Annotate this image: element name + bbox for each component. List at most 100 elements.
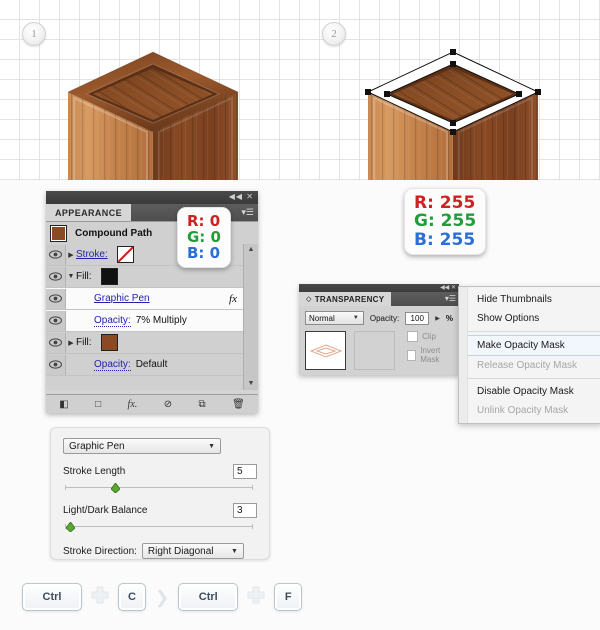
- add-new-stroke-icon[interactable]: ◧: [59, 399, 68, 410]
- clip-checkbox[interactable]: [407, 331, 419, 342]
- stroke-length-label: Stroke Length: [63, 466, 126, 477]
- tab-transparency[interactable]: ◇ TRANSPARENCY: [299, 292, 392, 306]
- fill-label[interactable]: Fill:: [76, 337, 92, 348]
- fill-black-swatch[interactable]: [100, 268, 118, 285]
- visibility-eye-icon[interactable]: [46, 244, 66, 265]
- effect-name-select[interactable]: Graphic Pen ▼: [63, 438, 221, 454]
- key-c[interactable]: C: [118, 583, 146, 611]
- chevron-down-icon[interactable]: ▼: [353, 315, 359, 321]
- appearance-row-opacity-multiply[interactable]: Opacity: 7% Multiply: [46, 310, 244, 332]
- graphic-pen-effect-dialog: Graphic Pen ▼ Stroke Length 5 Light/Dark…: [50, 427, 270, 560]
- light-dark-balance-slider[interactable]: [63, 521, 257, 533]
- effect-name-value: Graphic Pen: [69, 440, 125, 452]
- chevron-down-icon[interactable]: ▼: [231, 548, 238, 555]
- add-new-fill-icon[interactable]: □: [95, 399, 101, 410]
- stroke-none-swatch[interactable]: [116, 246, 134, 263]
- menu-grip: [459, 287, 468, 423]
- appearance-row-opacity-default[interactable]: Opacity: Default: [46, 354, 244, 376]
- scroll-up-icon[interactable]: ▲: [244, 244, 258, 256]
- panel-grip-icon: ◇: [306, 296, 312, 303]
- invert-mask-label: Invert Mask: [420, 346, 441, 364]
- mask-thumbnail[interactable]: [354, 331, 396, 370]
- appearance-row-fill-brown[interactable]: ▶ Fill:: [46, 332, 244, 354]
- slider-track: [65, 524, 253, 529]
- effect-graphic-pen-label[interactable]: Graphic Pen: [94, 293, 150, 304]
- menu-item-make-opacity-mask[interactable]: Make Opacity Mask: [459, 335, 600, 356]
- panel-menu-icon[interactable]: ▾☰: [241, 208, 254, 217]
- invert-mask-checkbox-row[interactable]: Invert Mask: [407, 346, 453, 364]
- appearance-scrollbar[interactable]: ▲ ▼: [243, 244, 258, 390]
- key-ctrl-2[interactable]: Ctrl: [178, 583, 239, 611]
- menu-separator: [459, 378, 600, 379]
- appearance-row-graphic-pen[interactable]: Graphic Pen fx: [46, 288, 244, 310]
- visibility-eye-icon[interactable]: [46, 354, 66, 375]
- slider-track: [65, 485, 253, 490]
- object-thumbnail[interactable]: [305, 331, 347, 370]
- wooden-box-selected-path-illustration: [365, 49, 541, 180]
- clip-checkbox-row[interactable]: Clip: [407, 331, 453, 342]
- stroke-direction-select[interactable]: Right Diagonal ▼: [141, 543, 244, 559]
- light-dark-balance-input[interactable]: 3: [233, 503, 257, 518]
- appearance-panel-titlebar: ◀◀ ✕: [46, 191, 258, 204]
- key-ctrl-1[interactable]: Ctrl: [22, 583, 82, 611]
- opacity-label: Opacity:: [369, 313, 400, 323]
- stroke-length-input[interactable]: 5: [233, 464, 257, 479]
- stroke-length-slider[interactable]: [63, 482, 257, 494]
- panel-window-controls[interactable]: ◀◀ ✕: [440, 284, 456, 291]
- collapse-icon[interactable]: ◀◀: [229, 192, 243, 201]
- opacity-value: Default: [135, 359, 168, 370]
- chevron-down-icon[interactable]: ▼: [208, 443, 215, 450]
- illustration-canvas: 1 2: [0, 0, 600, 180]
- visibility-eye-icon[interactable]: [46, 332, 66, 353]
- step-badge-1: 1: [22, 22, 46, 46]
- slider-handle[interactable]: [110, 482, 121, 494]
- opacity-stepper-icon[interactable]: ▶: [435, 315, 440, 322]
- collapse-triangle-icon[interactable]: ▼: [66, 273, 76, 280]
- visibility-eye-icon[interactable]: [46, 266, 66, 287]
- duplicate-item-icon[interactable]: ⧉: [199, 399, 206, 410]
- clip-label: Clip: [422, 332, 436, 341]
- step-badge-2: 2: [322, 22, 346, 46]
- menu-item-hide-thumbnails[interactable]: Hide Thumbnails: [459, 290, 600, 309]
- menu-item-disable-opacity-mask[interactable]: Disable Opacity Mask: [459, 382, 600, 401]
- panel-menu-icon[interactable]: ▾☰: [445, 295, 456, 303]
- expand-triangle-icon[interactable]: ▶: [66, 251, 76, 259]
- fill-label[interactable]: Fill:: [76, 271, 92, 282]
- tab-appearance[interactable]: APPEARANCE: [46, 204, 132, 221]
- menu-item-show-options[interactable]: Show Options: [459, 309, 600, 328]
- clear-appearance-icon[interactable]: ⊘: [164, 399, 172, 410]
- light-dark-balance-label: Light/Dark Balance: [63, 505, 148, 516]
- stroke-length-row: Stroke Length 5: [63, 464, 257, 479]
- sequence-arrow-icon: ❯: [155, 587, 170, 607]
- visibility-eye-icon[interactable]: [46, 310, 66, 331]
- opacity-input[interactable]: 100: [405, 311, 430, 325]
- visibility-eye-icon[interactable]: [46, 288, 66, 309]
- invert-mask-checkbox[interactable]: [407, 349, 417, 361]
- fill-brown-swatch[interactable]: [100, 334, 118, 351]
- expand-triangle-icon[interactable]: ▶: [66, 339, 76, 347]
- blend-mode-select[interactable]: Normal ▼: [305, 311, 364, 325]
- menu-item-unlink-opacity-mask: Unlink Opacity Mask: [477, 405, 569, 416]
- object-type-label: Compound Path: [75, 227, 153, 239]
- panel-window-controls[interactable]: ◀◀ ✕: [229, 192, 254, 201]
- stroke-label[interactable]: Stroke:: [76, 249, 108, 260]
- opacity-label[interactable]: Opacity:: [94, 359, 131, 371]
- keyboard-shortcut-sequence: Ctrl C ❯ Ctrl F: [22, 583, 303, 611]
- add-new-effect-icon[interactable]: fx.: [128, 399, 138, 410]
- close-icon[interactable]: ✕: [246, 192, 254, 201]
- stroke-direction-label: Stroke Direction:: [63, 545, 137, 557]
- diamond-shape-icon: [309, 343, 342, 358]
- transparency-panel-flyout-menu: Hide Thumbnails Show Options Make Opacit…: [458, 286, 600, 424]
- appearance-panel-footer: ◧ □ fx. ⊘ ⧉ 🗑: [46, 394, 258, 413]
- rgb-callout-white: R: 255 G: 255 B: 255: [404, 188, 487, 256]
- rgb-blue-value: B: 0: [187, 244, 221, 263]
- key-f[interactable]: F: [274, 583, 303, 611]
- opacity-label[interactable]: Opacity:: [94, 315, 131, 327]
- scroll-down-icon[interactable]: ▼: [244, 378, 258, 390]
- rgb-red-value: R: 0: [187, 212, 221, 230]
- transparency-thumbnails-row: Clip Invert Mask: [305, 331, 453, 370]
- fx-icon[interactable]: fx: [229, 293, 237, 305]
- appearance-row-fill-black[interactable]: ▼ Fill:: [46, 266, 244, 288]
- delete-item-icon[interactable]: 🗑: [232, 399, 245, 410]
- slider-handle[interactable]: [65, 521, 76, 533]
